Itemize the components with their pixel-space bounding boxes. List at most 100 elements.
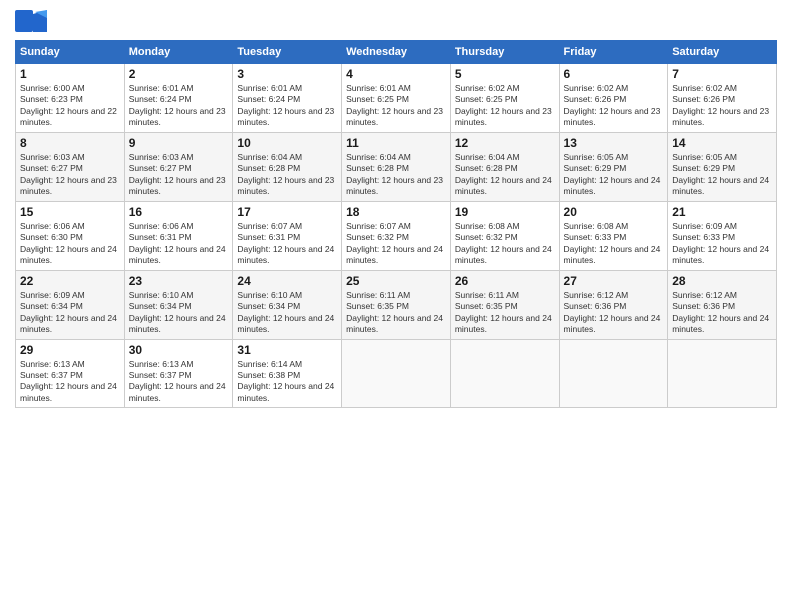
- day-number: 30: [129, 343, 229, 357]
- day-number: 24: [237, 274, 337, 288]
- calendar-cell: 2 Sunrise: 6:01 AMSunset: 6:24 PMDaylight…: [124, 64, 233, 133]
- header: [15, 10, 777, 32]
- day-info: Sunrise: 6:01 AMSunset: 6:24 PMDaylight:…: [129, 83, 229, 129]
- calendar-cell: 18Sunrise: 6:07 AMSunset: 6:32 PMDayligh…: [342, 201, 451, 270]
- day-header-thursday: Thursday: [450, 41, 559, 64]
- day-number: 21: [672, 205, 772, 219]
- calendar-cell: 6 Sunrise: 6:02 AMSunset: 6:26 PMDaylight…: [559, 64, 668, 133]
- day-info: Sunrise: 6:08 AMSunset: 6:32 PMDaylight:…: [455, 221, 555, 267]
- day-info: Sunrise: 6:06 AMSunset: 6:31 PMDaylight:…: [129, 221, 229, 267]
- day-number: 8: [20, 136, 120, 150]
- day-number: 16: [129, 205, 229, 219]
- calendar-cell: 25 Sunrise: 6:11 AMSunset: 6:35 PMDayligh…: [342, 270, 451, 339]
- day-number: 27: [564, 274, 664, 288]
- day-number: 12: [455, 136, 555, 150]
- calendar-cell: 30Sunrise: 6:13 AMSunset: 6:37 PMDayligh…: [124, 339, 233, 408]
- day-number: 23: [129, 274, 229, 288]
- calendar-week-4: 22Sunrise: 6:09 AMSunset: 6:34 PMDayligh…: [16, 270, 777, 339]
- calendar-cell: 19 Sunrise: 6:08 AMSunset: 6:32 PMDayligh…: [450, 201, 559, 270]
- day-number: 17: [237, 205, 337, 219]
- day-info: Sunrise: 6:02 AMSunset: 6:26 PMDaylight:…: [672, 83, 772, 129]
- day-info: Sunrise: 6:08 AMSunset: 6:33 PMDaylight:…: [564, 221, 664, 267]
- day-number: 1: [20, 67, 120, 81]
- calendar-cell: 21 Sunrise: 6:09 AMSunset: 6:33 PMDayligh…: [668, 201, 777, 270]
- day-info: Sunrise: 6:01 AMSunset: 6:24 PMDaylight:…: [237, 83, 337, 129]
- day-info: Sunrise: 6:06 AMSunset: 6:30 PMDaylight:…: [20, 221, 120, 267]
- day-header-monday: Monday: [124, 41, 233, 64]
- day-info: Sunrise: 6:05 AMSunset: 6:29 PMDaylight:…: [672, 152, 772, 198]
- calendar-week-3: 15 Sunrise: 6:06 AMSunset: 6:30 PMDayligh…: [16, 201, 777, 270]
- day-number: 18: [346, 205, 446, 219]
- day-number: 14: [672, 136, 772, 150]
- day-number: 2: [129, 67, 229, 81]
- calendar-cell: [559, 339, 668, 408]
- day-info: Sunrise: 6:10 AMSunset: 6:34 PMDaylight:…: [237, 290, 337, 336]
- day-number: 10: [237, 136, 337, 150]
- day-info: Sunrise: 6:12 AMSunset: 6:36 PMDaylight:…: [672, 290, 772, 336]
- day-number: 28: [672, 274, 772, 288]
- day-info: Sunrise: 6:02 AMSunset: 6:26 PMDaylight:…: [564, 83, 664, 129]
- day-number: 19: [455, 205, 555, 219]
- calendar-cell: 22Sunrise: 6:09 AMSunset: 6:34 PMDayligh…: [16, 270, 125, 339]
- day-info: Sunrise: 6:03 AMSunset: 6:27 PMDaylight:…: [20, 152, 120, 198]
- day-info: Sunrise: 6:01 AMSunset: 6:25 PMDaylight:…: [346, 83, 446, 129]
- day-number: 4: [346, 67, 446, 81]
- day-number: 15: [20, 205, 120, 219]
- calendar-header-row: SundayMondayTuesdayWednesdayThursdayFrid…: [16, 41, 777, 64]
- day-number: 5: [455, 67, 555, 81]
- calendar-cell: 29 Sunrise: 6:13 AMSunset: 6:37 PMDayligh…: [16, 339, 125, 408]
- calendar-cell: 10Sunrise: 6:04 AMSunset: 6:28 PMDayligh…: [233, 132, 342, 201]
- day-number: 6: [564, 67, 664, 81]
- page: SundayMondayTuesdayWednesdayThursdayFrid…: [0, 0, 792, 612]
- calendar-cell: 31Sunrise: 6:14 AMSunset: 6:38 PMDayligh…: [233, 339, 342, 408]
- calendar-cell: [668, 339, 777, 408]
- calendar-cell: 20Sunrise: 6:08 AMSunset: 6:33 PMDayligh…: [559, 201, 668, 270]
- day-header-saturday: Saturday: [668, 41, 777, 64]
- calendar-cell: 23 Sunrise: 6:10 AMSunset: 6:34 PMDayligh…: [124, 270, 233, 339]
- calendar-cell: 24 Sunrise: 6:10 AMSunset: 6:34 PMDayligh…: [233, 270, 342, 339]
- day-info: Sunrise: 6:03 AMSunset: 6:27 PMDaylight:…: [129, 152, 229, 198]
- day-header-sunday: Sunday: [16, 41, 125, 64]
- day-header-wednesday: Wednesday: [342, 41, 451, 64]
- day-number: 22: [20, 274, 120, 288]
- day-number: 31: [237, 343, 337, 357]
- day-number: 29: [20, 343, 120, 357]
- calendar-cell: 12Sunrise: 6:04 AMSunset: 6:28 PMDayligh…: [450, 132, 559, 201]
- calendar-cell: 13 Sunrise: 6:05 AMSunset: 6:29 PMDayligh…: [559, 132, 668, 201]
- calendar-week-1: 1 Sunrise: 6:00 AMSunset: 6:23 PMDaylight…: [16, 64, 777, 133]
- calendar-cell: 9Sunrise: 6:03 AMSunset: 6:27 PMDaylight…: [124, 132, 233, 201]
- day-number: 11: [346, 136, 446, 150]
- calendar-cell: 1 Sunrise: 6:00 AMSunset: 6:23 PMDaylight…: [16, 64, 125, 133]
- day-number: 3: [237, 67, 337, 81]
- day-info: Sunrise: 6:12 AMSunset: 6:36 PMDaylight:…: [564, 290, 664, 336]
- day-info: Sunrise: 6:09 AMSunset: 6:33 PMDaylight:…: [672, 221, 772, 267]
- calendar-week-2: 8 Sunrise: 6:03 AMSunset: 6:27 PMDaylight…: [16, 132, 777, 201]
- calendar-cell: 11 Sunrise: 6:04 AMSunset: 6:28 PMDayligh…: [342, 132, 451, 201]
- day-info: Sunrise: 6:07 AMSunset: 6:31 PMDaylight:…: [237, 221, 337, 267]
- day-number: 26: [455, 274, 555, 288]
- calendar-cell: 15 Sunrise: 6:06 AMSunset: 6:30 PMDayligh…: [16, 201, 125, 270]
- day-info: Sunrise: 6:04 AMSunset: 6:28 PMDaylight:…: [346, 152, 446, 198]
- calendar-cell: 3 Sunrise: 6:01 AMSunset: 6:24 PMDaylight…: [233, 64, 342, 133]
- calendar-cell: 17 Sunrise: 6:07 AMSunset: 6:31 PMDayligh…: [233, 201, 342, 270]
- calendar-cell: 5 Sunrise: 6:02 AMSunset: 6:25 PMDaylight…: [450, 64, 559, 133]
- day-header-friday: Friday: [559, 41, 668, 64]
- calendar-cell: [342, 339, 451, 408]
- calendar-table: SundayMondayTuesdayWednesdayThursdayFrid…: [15, 40, 777, 408]
- day-info: Sunrise: 6:05 AMSunset: 6:29 PMDaylight:…: [564, 152, 664, 198]
- day-number: 25: [346, 274, 446, 288]
- day-info: Sunrise: 6:13 AMSunset: 6:37 PMDaylight:…: [20, 359, 120, 405]
- calendar-cell: 28 Sunrise: 6:12 AMSunset: 6:36 PMDayligh…: [668, 270, 777, 339]
- day-number: 13: [564, 136, 664, 150]
- day-header-tuesday: Tuesday: [233, 41, 342, 64]
- day-info: Sunrise: 6:11 AMSunset: 6:35 PMDaylight:…: [346, 290, 446, 336]
- calendar-cell: 26Sunrise: 6:11 AMSunset: 6:35 PMDayligh…: [450, 270, 559, 339]
- day-info: Sunrise: 6:10 AMSunset: 6:34 PMDaylight:…: [129, 290, 229, 336]
- logo-icon: [15, 10, 47, 32]
- calendar-cell: 8 Sunrise: 6:03 AMSunset: 6:27 PMDaylight…: [16, 132, 125, 201]
- day-number: 7: [672, 67, 772, 81]
- calendar-week-5: 29 Sunrise: 6:13 AMSunset: 6:37 PMDayligh…: [16, 339, 777, 408]
- day-info: Sunrise: 6:00 AMSunset: 6:23 PMDaylight:…: [20, 83, 120, 129]
- calendar-cell: [450, 339, 559, 408]
- day-info: Sunrise: 6:02 AMSunset: 6:25 PMDaylight:…: [455, 83, 555, 129]
